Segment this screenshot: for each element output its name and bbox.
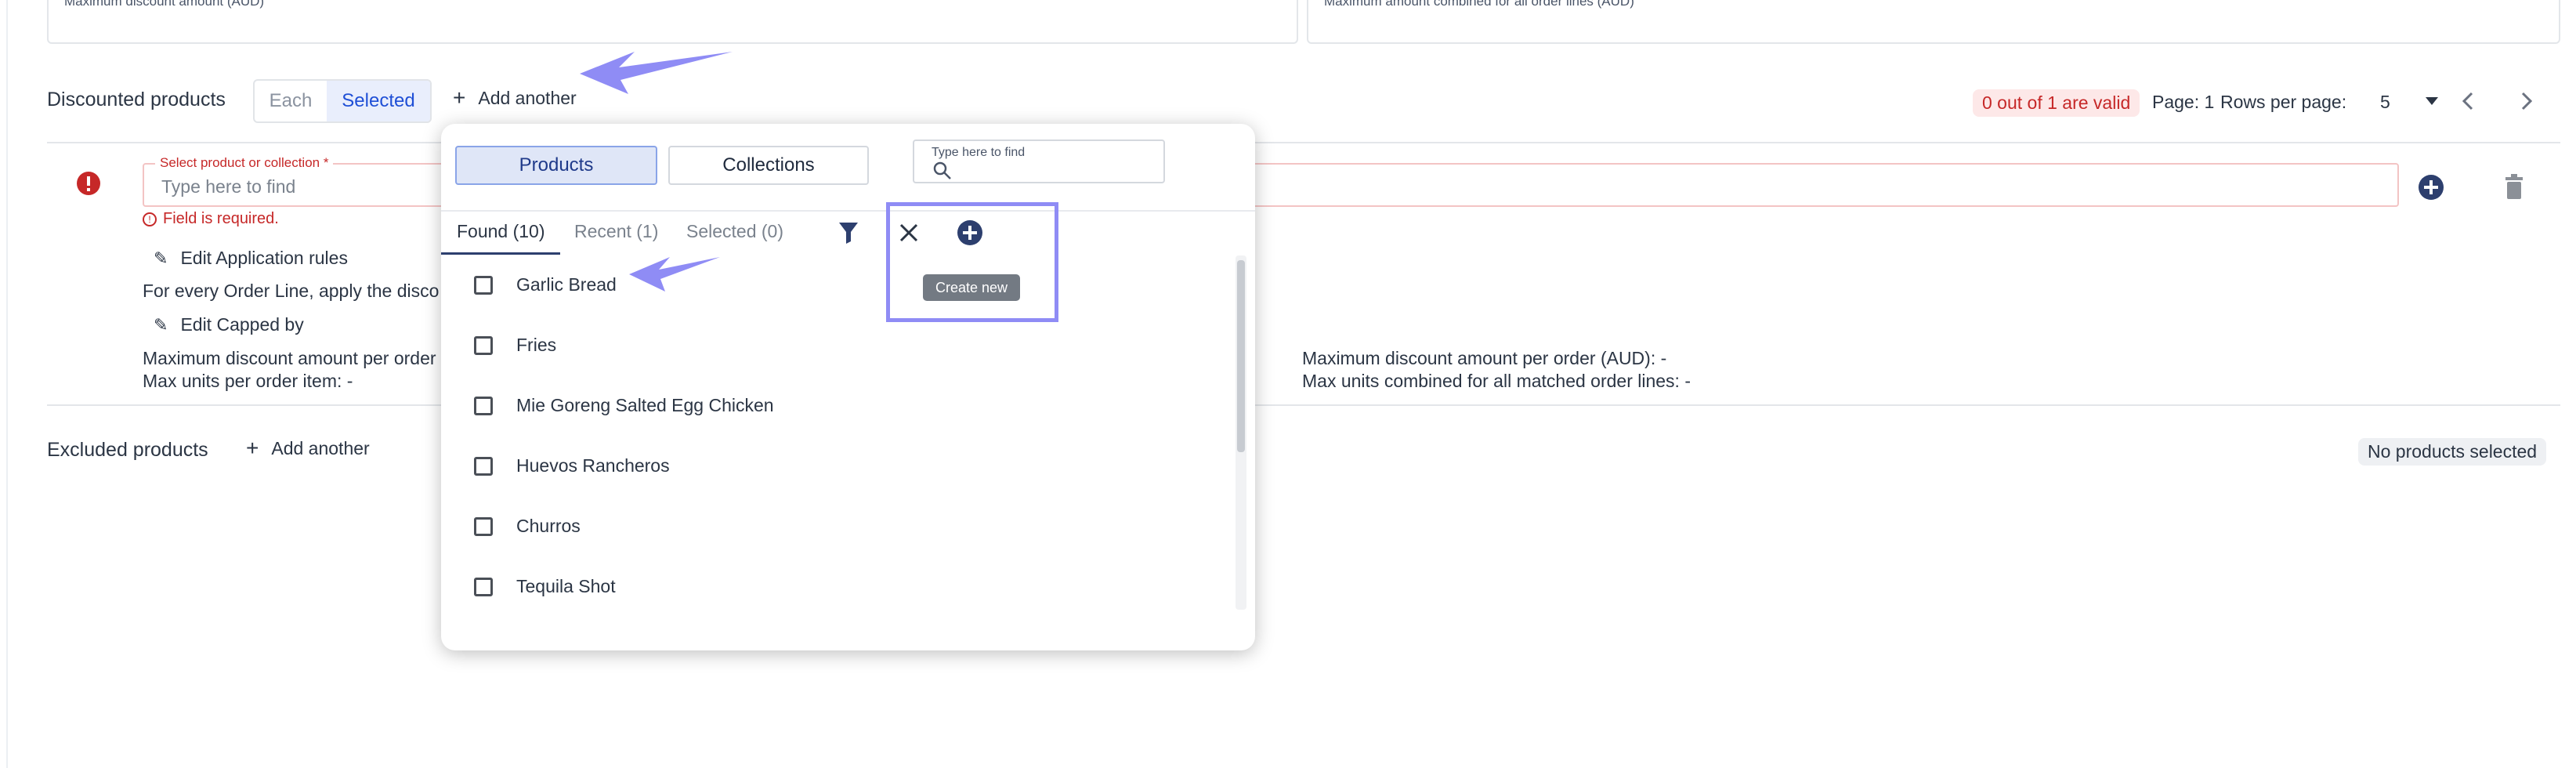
item-label: Churros	[516, 516, 581, 536]
max-per-order-text: Maximum discount amount per order	[143, 348, 436, 368]
pencil-icon: ✎	[154, 314, 168, 335]
checkbox[interactable]	[474, 456, 493, 476]
popup-header-divider	[441, 210, 1255, 212]
list-item[interactable]: Fries	[474, 335, 556, 356]
item-label: Fries	[516, 335, 557, 355]
pencil-icon: ✎	[154, 248, 168, 268]
tab-found[interactable]: Found (10)	[457, 221, 545, 242]
max-per-order-right-text: Maximum discount amount per order (AUD):…	[1302, 348, 1667, 368]
product-select-placeholder[interactable]: Type here to find	[161, 176, 295, 197]
seg-each[interactable]: Each	[255, 81, 327, 121]
list-item[interactable]: Garlic Bread	[474, 274, 617, 295]
item-label: Huevos Rancheros	[516, 455, 670, 476]
field-error-message: ! Field is required.	[143, 210, 279, 228]
plus-icon: +	[453, 85, 466, 110]
caret-down-icon[interactable]	[2424, 96, 2440, 107]
search-label: Type here to find	[932, 146, 1026, 159]
tab-recent[interactable]: Recent (1)	[574, 221, 658, 242]
scrollbar-thumb[interactable]	[1237, 260, 1245, 452]
products-toggle-button[interactable]: Products	[455, 146, 657, 185]
excluded-products-title: Excluded products	[47, 439, 208, 461]
search-input[interactable]: Type here to find	[913, 139, 1165, 183]
rows-per-page-label: Rows per page:	[2220, 92, 2347, 112]
annotation-highlight-box	[886, 202, 1058, 322]
checkbox[interactable]	[474, 516, 493, 536]
edit-capped-by-button[interactable]: ✎ Edit Capped by	[154, 314, 304, 335]
checkbox[interactable]	[474, 396, 493, 415]
left-divider	[6, 0, 8, 768]
list-item[interactable]: Churros	[474, 516, 581, 537]
checkbox[interactable]	[474, 577, 493, 596]
add-another-label: Add another	[478, 87, 577, 108]
list-item[interactable]: Tequila Shot	[474, 576, 616, 597]
edit-application-rules-label: Edit Application rules	[180, 248, 348, 268]
rules-text: For every Order Line, apply the disco	[143, 281, 440, 301]
scrollbar-track[interactable]	[1236, 255, 1246, 610]
valid-count-badge: 0 out of 1 are valid	[1973, 89, 2140, 117]
collections-toggle-button[interactable]: Collections	[668, 146, 869, 185]
error-icon	[77, 172, 100, 195]
field-error-text: Field is required.	[163, 210, 279, 227]
error-circle-icon: !	[143, 212, 157, 226]
discounted-products-title: Discounted products	[47, 89, 226, 110]
add-another-excluded-button[interactable]: + Add another	[246, 437, 370, 459]
row-divider	[47, 404, 2560, 406]
product-picker-popup: Products Collections Type here to find F…	[441, 124, 1255, 650]
annotation-arrow-item	[629, 257, 720, 292]
chevron-left-icon[interactable]	[2460, 91, 2476, 111]
no-products-badge: No products selected	[2358, 438, 2547, 466]
annotation-arrow-add	[580, 52, 733, 94]
edit-capped-by-label: Edit Capped by	[180, 314, 304, 335]
max-combined-field[interactable]: Maximum amount combined for all order li…	[1307, 0, 2560, 44]
plus-icon: +	[246, 436, 259, 460]
create-new-tooltip: Create new	[923, 274, 1020, 301]
max-combined-label: Maximum amount combined for all order li…	[1324, 0, 1634, 9]
checkbox[interactable]	[474, 275, 493, 295]
add-row-icon[interactable]	[2418, 174, 2444, 201]
edit-application-rules-button[interactable]: ✎ Edit Application rules	[154, 248, 348, 269]
list-item[interactable]: Huevos Rancheros	[474, 455, 670, 476]
add-another-label: Add another	[271, 437, 370, 458]
item-label: Tequila Shot	[516, 576, 616, 596]
checkbox[interactable]	[474, 335, 493, 355]
filter-icon[interactable]	[838, 221, 859, 245]
mode-segmented-control: Each Selected	[253, 79, 432, 123]
product-select-label: Select product or collection *	[155, 155, 334, 171]
max-units-combined-text: Max units combined for all matched order…	[1302, 371, 1691, 391]
tab-selected[interactable]: Selected (0)	[686, 221, 783, 242]
section-divider	[47, 142, 2560, 143]
trash-icon[interactable]	[2504, 174, 2524, 199]
add-another-discounted-button[interactable]: + Add another	[453, 87, 577, 109]
max-discount-label: Maximum discount amount (AUD)	[64, 0, 265, 9]
list-item[interactable]: Mie Goreng Salted Egg Chicken	[474, 395, 774, 416]
search-icon	[933, 161, 951, 179]
max-discount-field[interactable]: Maximum discount amount (AUD)	[47, 0, 1298, 44]
rows-per-page-value[interactable]: 5	[2380, 92, 2390, 113]
max-units-item-text: Max units per order item: -	[143, 371, 353, 391]
item-label: Garlic Bread	[516, 274, 617, 295]
tab-found-underline	[441, 252, 560, 255]
page-label: Page: 1	[2152, 92, 2215, 112]
chevron-right-icon[interactable]	[2519, 91, 2534, 111]
seg-selected[interactable]: Selected	[327, 81, 430, 121]
item-label: Mie Goreng Salted Egg Chicken	[516, 395, 774, 415]
